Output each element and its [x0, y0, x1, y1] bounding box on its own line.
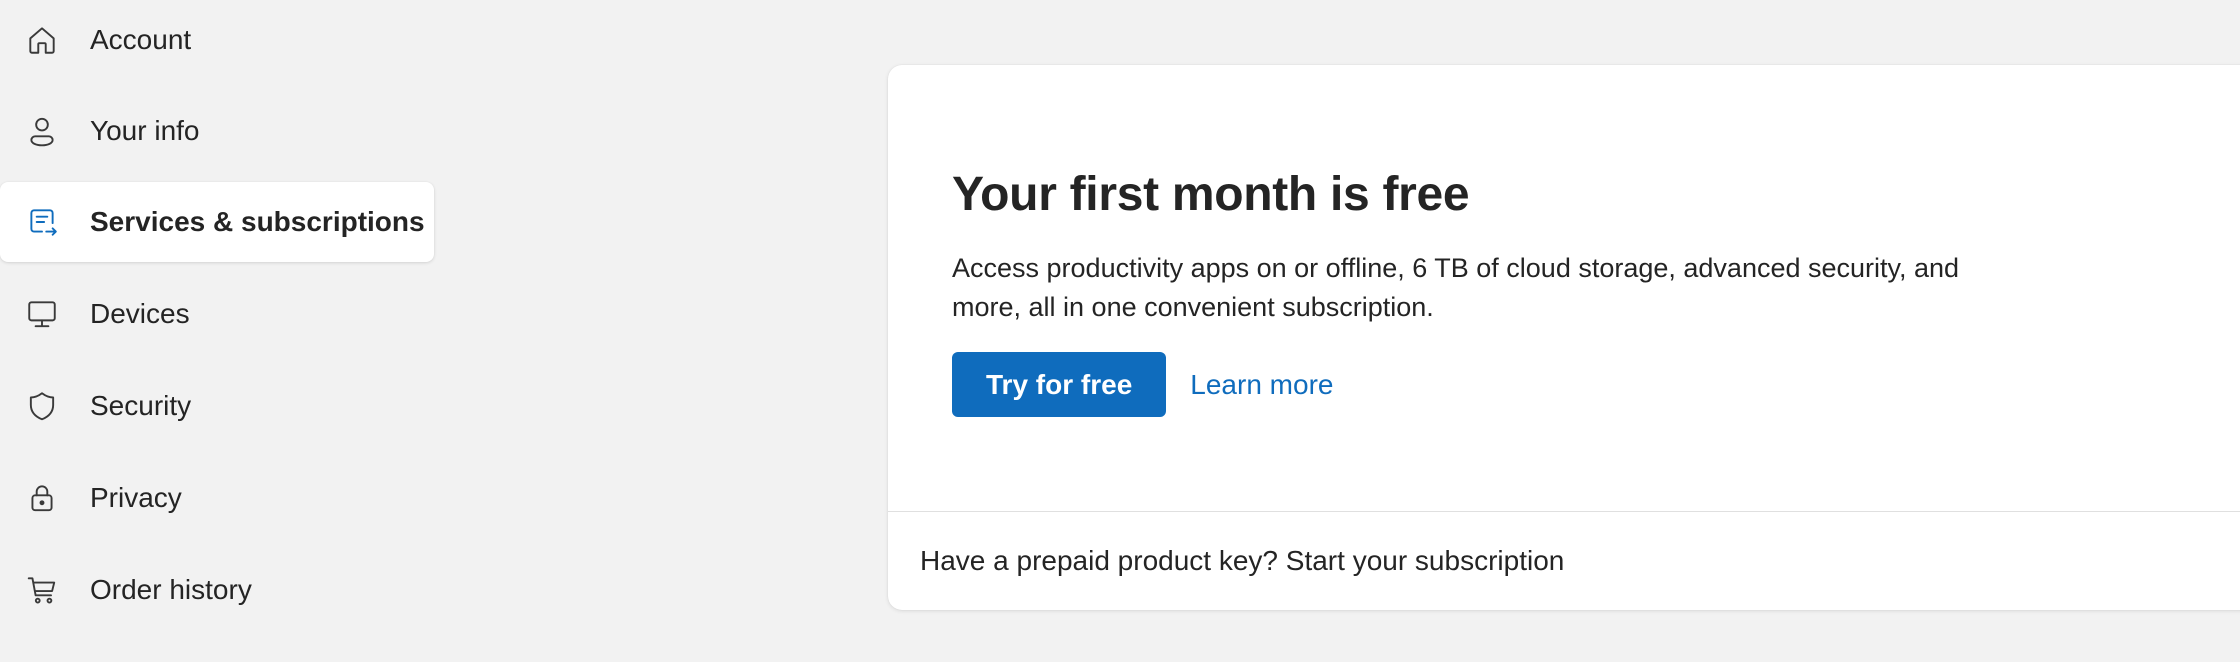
try-for-free-button[interactable]: Try for free [952, 352, 1167, 417]
sidebar-item-label: Account [90, 24, 192, 55]
prepaid-key-link[interactable]: Have a prepaid product key? Start your s… [920, 512, 1564, 610]
sidebar-item-privacy[interactable]: Privacy [0, 458, 434, 538]
learn-more-link[interactable]: Learn more [1190, 369, 1333, 401]
person-icon [24, 113, 60, 149]
sidebar-item-label: Security [90, 390, 192, 421]
sidebar-item-label: Privacy [90, 482, 182, 513]
sidebar-item-label: Services & subscriptions [90, 206, 425, 237]
sidebar-item-your-info[interactable]: Your info [0, 91, 434, 171]
subscription-promo-card: Your first month is free Access producti… [888, 65, 2240, 610]
sidebar-item-label: Order history [90, 574, 252, 605]
lock-icon [24, 480, 60, 516]
promo-description: Access productivity apps on or offline, … [952, 253, 1960, 322]
sidebar-item-label: Your info [90, 115, 200, 146]
sidebar-nav: Account Your info Services & subscriptio… [0, 0, 440, 662]
home-icon [24, 22, 60, 58]
sidebar-item-security[interactable]: Security [0, 366, 434, 446]
shield-icon [24, 388, 60, 424]
promo-title: Your first month is free [952, 168, 1470, 221]
sidebar-item-order-history[interactable]: Order history [0, 550, 434, 630]
desktop-icon [24, 296, 60, 332]
page: Account Your info Services & subscriptio… [0, 0, 2240, 662]
promo-actions: Try for free Learn more [952, 352, 2112, 417]
cart-icon [24, 572, 60, 608]
sidebar-item-label: Devices [90, 298, 190, 329]
subscription-icon [24, 204, 60, 240]
promo-content: Your first month is free Access producti… [952, 165, 2112, 417]
sidebar-item-devices[interactable]: Devices [0, 274, 434, 354]
sidebar-item-services-subscriptions[interactable]: Services & subscriptions [0, 182, 434, 262]
sidebar-item-account[interactable]: Account [0, 0, 434, 80]
